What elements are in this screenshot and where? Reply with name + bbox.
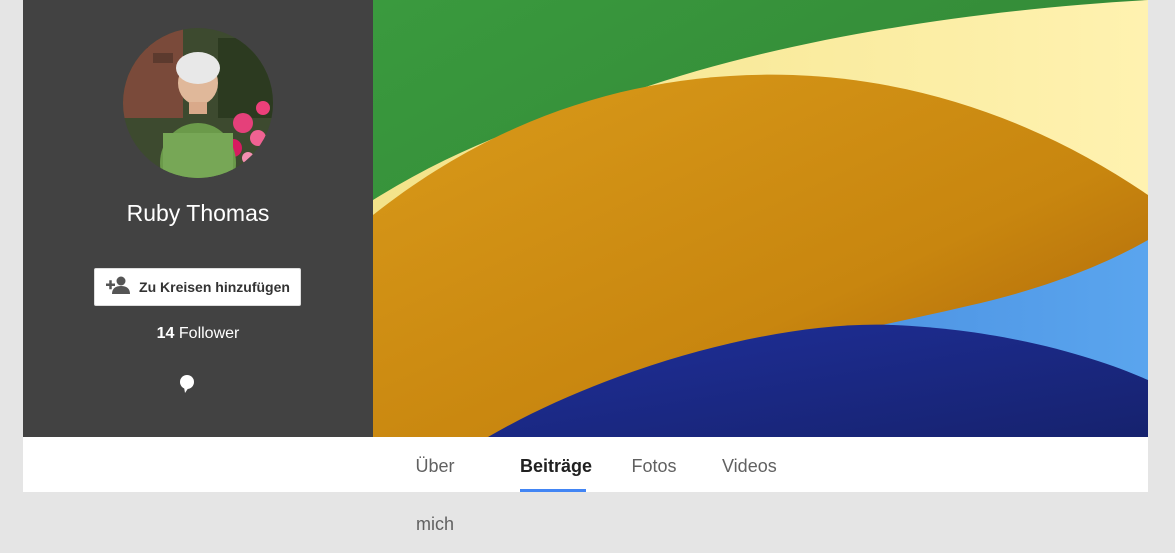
add-to-circles-label: Zu Kreisen hinzufügen: [139, 279, 290, 295]
profile-sidebar: Ruby Thomas Zu Kreisen hinzufügen 14 Fol…: [23, 0, 373, 437]
speech-bubble-icon: [178, 374, 196, 399]
followers-count[interactable]: 14 Follower: [23, 325, 373, 343]
profile-card: Ruby Thomas Zu Kreisen hinzufügen 14 Fol…: [23, 0, 1148, 534]
cover-image[interactable]: [373, 0, 1148, 437]
tab-about[interactable]: Über mich: [395, 437, 475, 534]
followers-label: Follower: [178, 325, 240, 342]
tab-videos[interactable]: Videos: [722, 437, 777, 492]
profile-name: Ruby Thomas: [126, 200, 270, 226]
tab-photos[interactable]: Fotos: [631, 437, 677, 492]
followers-number: 14: [156, 325, 175, 342]
cover-photo: [373, 0, 1148, 437]
add-person-icon: [105, 275, 131, 300]
add-to-circles-button[interactable]: Zu Kreisen hinzufügen: [94, 268, 301, 306]
avatar-image: [123, 28, 273, 178]
tab-posts[interactable]: Beiträge: [520, 437, 592, 492]
profile-tabs: Über mich Beiträge Fotos Videos: [23, 437, 1148, 534]
avatar[interactable]: [123, 28, 273, 178]
